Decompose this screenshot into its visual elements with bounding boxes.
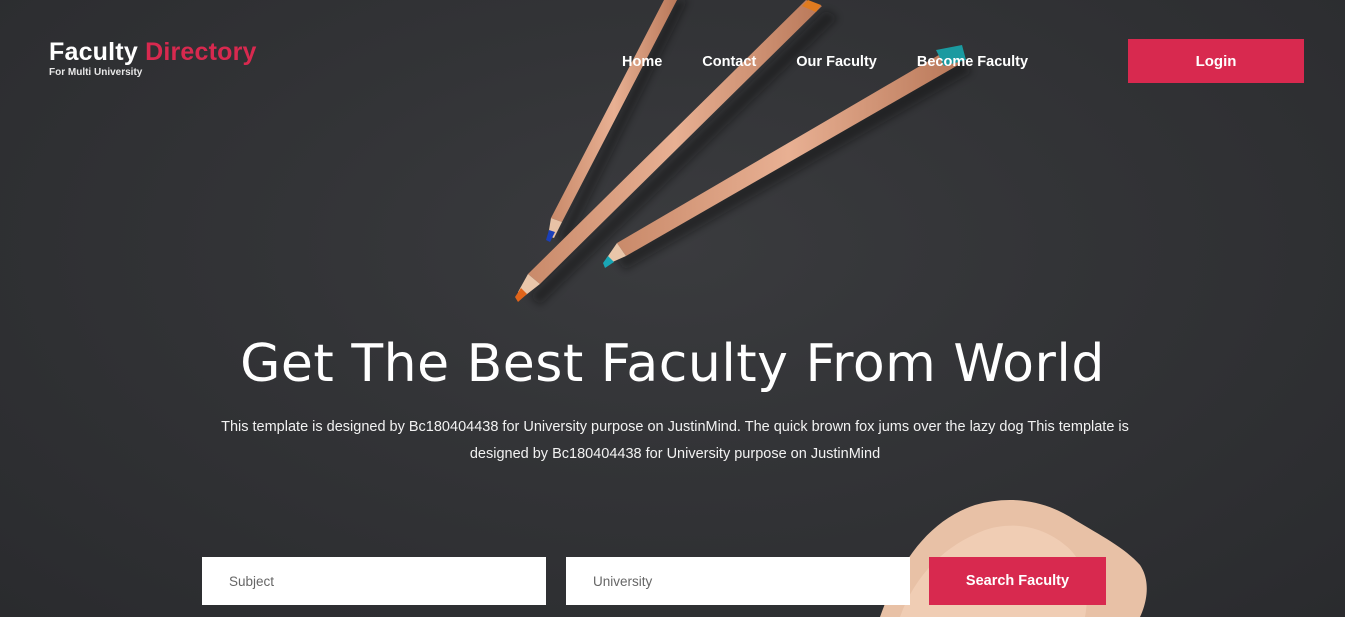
pencils-illustration xyxy=(515,0,1147,617)
site-logo[interactable]: Faculty Directory For Multi University xyxy=(49,38,257,78)
nav-contact[interactable]: Contact xyxy=(702,52,756,72)
hero-background xyxy=(0,0,1345,617)
subject-input[interactable] xyxy=(202,557,546,605)
nav-home[interactable]: Home xyxy=(622,52,662,72)
logo-word-faculty: Faculty xyxy=(49,38,138,66)
logo-subtitle: For Multi University xyxy=(49,67,143,78)
nav-become-faculty[interactable]: Become Faculty xyxy=(917,52,1028,72)
hero-description: This template is designed by Bc180404438… xyxy=(221,419,1129,462)
hero-title: Get The Best Faculty From World xyxy=(240,334,1105,394)
login-button[interactable]: Login xyxy=(1128,39,1304,83)
logo-title: Faculty Directory xyxy=(49,38,257,66)
main-nav: Home Contact Our Faculty Become Faculty xyxy=(622,52,1028,72)
nav-our-faculty[interactable]: Our Faculty xyxy=(796,52,877,72)
university-input[interactable] xyxy=(566,557,910,605)
search-faculty-button[interactable]: Search Faculty xyxy=(929,557,1106,605)
logo-word-directory: Directory xyxy=(145,38,257,66)
